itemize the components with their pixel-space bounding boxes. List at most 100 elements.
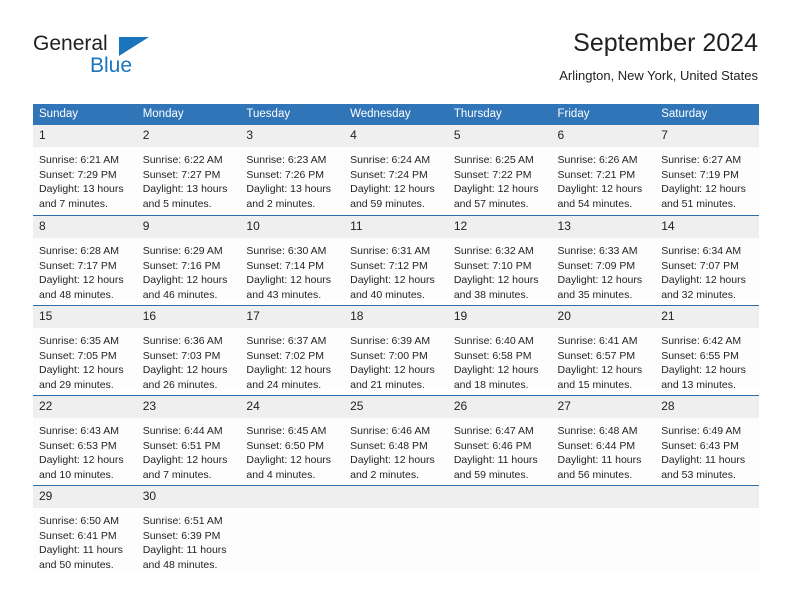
day-17[interactable]: 17 Sunrise: 6:37 AM Sunset: 7:02 PM Dayligh… xyxy=(240,305,345,395)
day-4[interactable]: 4 Sunrise: 6:24 AM Sunset: 7:24 PM Daylight… xyxy=(344,125,448,215)
day-details: Sunrise: 6:26 AM Sunset: 7:21 PM Daylight:… xyxy=(551,147,656,210)
day-details: Sunrise: 6:49 AM Sunset: 6:43 PM Daylight:… xyxy=(655,418,759,481)
daylight-text: Daylight: 12 hours and 26 minutes. xyxy=(142,364,228,391)
day-number: 6 xyxy=(551,125,656,147)
day-number: 14 xyxy=(655,215,759,238)
day-18[interactable]: 18 Sunrise: 6:39 AM Sunset: 7:00 PM Dayligh… xyxy=(344,305,448,395)
day-23[interactable]: 23 Sunrise: 6:44 AM Sunset: 6:51 PM Dayligh… xyxy=(136,395,241,485)
day-2[interactable]: 2 Sunrise: 6:22 AM Sunset: 7:27 PM Daylight… xyxy=(136,125,241,215)
sunrise-text: Sunrise: 6:31 AM xyxy=(350,245,431,257)
day-14[interactable]: 14 Sunrise: 6:34 AM Sunset: 7:07 PM Dayligh… xyxy=(655,215,759,305)
day-number: 3 xyxy=(240,125,345,147)
calendar-day-cell: 12 Sunrise: 6:32 AM Sunset: 7:10 PM Dayligh… xyxy=(447,215,552,305)
calendar-day-cell: 17 Sunrise: 6:37 AM Sunset: 7:02 PM Dayligh… xyxy=(240,305,345,395)
day-details xyxy=(344,508,448,570)
calendar-day-cell xyxy=(240,485,345,575)
day-9[interactable]: 9 Sunrise: 6:29 AM Sunset: 7:16 PM Daylight… xyxy=(136,215,241,305)
calendar-day-cell: 28 Sunrise: 6:49 AM Sunset: 6:43 PM Dayligh… xyxy=(655,395,759,485)
daylight-text: Daylight: 12 hours and 13 minutes. xyxy=(661,364,746,391)
day-details: Sunrise: 6:46 AM Sunset: 6:48 PM Daylight:… xyxy=(344,418,448,481)
day-26[interactable]: 26 Sunrise: 6:47 AM Sunset: 6:46 PM Dayligh… xyxy=(447,395,552,485)
logo-text-blue: Blue xyxy=(90,54,133,77)
day-number xyxy=(240,485,345,508)
daylight-text: Daylight: 12 hours and 38 minutes. xyxy=(453,274,539,301)
daylight-text: Daylight: 12 hours and 46 minutes. xyxy=(142,274,228,301)
day-30[interactable]: 30 Sunrise: 6:51 AM Sunset: 6:39 PM Dayligh… xyxy=(136,485,241,575)
day-details: Sunrise: 6:35 AM Sunset: 7:05 PM Daylight:… xyxy=(33,328,137,391)
day-13[interactable]: 13 Sunrise: 6:33 AM Sunset: 7:09 PM Dayligh… xyxy=(551,215,656,305)
day-details: Sunrise: 6:40 AM Sunset: 6:58 PM Daylight:… xyxy=(447,328,552,391)
daylight-text: Daylight: 12 hours and 24 minutes. xyxy=(246,364,332,391)
day-number xyxy=(447,485,552,508)
day-number: 21 xyxy=(655,305,759,328)
sunset-text: Sunset: 7:24 PM xyxy=(350,168,428,181)
day-details: Sunrise: 6:24 AM Sunset: 7:24 PM Daylight:… xyxy=(344,147,448,210)
day-number: 8 xyxy=(33,215,137,238)
title-block: September 2024 Arlington, New York, Unit… xyxy=(559,28,758,84)
sunset-text: Sunset: 6:51 PM xyxy=(142,439,221,452)
sunrise-text: Sunrise: 6:47 AM xyxy=(453,425,534,437)
calendar-day-cell: 19 Sunrise: 6:40 AM Sunset: 6:58 PM Dayligh… xyxy=(447,305,552,395)
day-10[interactable]: 10 Sunrise: 6:30 AM Sunset: 7:14 PM Dayligh… xyxy=(240,215,345,305)
day-12[interactable]: 12 Sunrise: 6:32 AM Sunset: 7:10 PM Dayligh… xyxy=(447,215,552,305)
day-22[interactable]: 22 Sunrise: 6:43 AM Sunset: 6:53 PM Dayligh… xyxy=(33,395,137,485)
daylight-text: Daylight: 13 hours and 2 minutes. xyxy=(246,183,332,210)
day-27[interactable]: 27 Sunrise: 6:48 AM Sunset: 6:44 PM Dayligh… xyxy=(551,395,656,485)
day-11[interactable]: 11 Sunrise: 6:31 AM Sunset: 7:12 PM Dayligh… xyxy=(344,215,448,305)
day-29[interactable]: 29 Sunrise: 6:50 AM Sunset: 6:41 PM Dayligh… xyxy=(33,485,137,575)
daylight-text: Daylight: 12 hours and 40 minutes. xyxy=(350,274,435,301)
day-24[interactable]: 24 Sunrise: 6:45 AM Sunset: 6:50 PM Dayligh… xyxy=(240,395,345,485)
sunrise-text: Sunrise: 6:29 AM xyxy=(142,245,223,257)
general-blue-logo[interactable]: General Blue xyxy=(33,32,233,88)
day-number: 24 xyxy=(240,395,345,418)
page-header: General Blue September 2024 Arlington, N… xyxy=(33,28,758,96)
daylight-text: Daylight: 12 hours and 57 minutes. xyxy=(453,183,539,210)
sunset-text: Sunset: 7:14 PM xyxy=(246,259,325,272)
day-number: 20 xyxy=(551,305,656,328)
day-details: Sunrise: 6:30 AM Sunset: 7:14 PM Daylight:… xyxy=(240,238,345,301)
day-number: 16 xyxy=(136,305,241,328)
day-details xyxy=(655,508,759,570)
day-28[interactable]: 28 Sunrise: 6:49 AM Sunset: 6:43 PM Dayligh… xyxy=(655,395,759,485)
day-number: 28 xyxy=(655,395,759,418)
sunrise-text: Sunrise: 6:40 AM xyxy=(453,335,534,347)
sunrise-text: Sunrise: 6:24 AM xyxy=(350,154,431,166)
day-number: 4 xyxy=(344,125,448,147)
day-number xyxy=(551,485,656,508)
sunrise-text: Sunrise: 6:27 AM xyxy=(661,154,742,166)
daylight-text: Daylight: 11 hours and 59 minutes. xyxy=(453,454,538,481)
weekday-header-monday: Monday xyxy=(136,104,241,125)
weekday-header-tuesday: Tuesday xyxy=(240,104,345,125)
sunrise-text: Sunrise: 6:25 AM xyxy=(453,154,534,166)
empty-day xyxy=(344,485,448,575)
day-details xyxy=(240,508,345,570)
day-8[interactable]: 8 Sunrise: 6:28 AM Sunset: 7:17 PM Daylight… xyxy=(33,215,137,305)
daylight-text: Daylight: 13 hours and 5 minutes. xyxy=(142,183,228,210)
day-16[interactable]: 16 Sunrise: 6:36 AM Sunset: 7:03 PM Dayligh… xyxy=(136,305,241,395)
calendar-day-cell: 23 Sunrise: 6:44 AM Sunset: 6:51 PM Dayligh… xyxy=(136,395,241,485)
sunrise-text: Sunrise: 6:34 AM xyxy=(661,245,742,257)
day-3[interactable]: 3 Sunrise: 6:23 AM Sunset: 7:26 PM Daylight… xyxy=(240,125,345,215)
day-number: 22 xyxy=(33,395,137,418)
calendar-grid: Sunday Monday Tuesday Wednesday Thursday… xyxy=(33,104,759,575)
sunrise-text: Sunrise: 6:35 AM xyxy=(39,335,119,347)
day-number: 15 xyxy=(33,305,137,328)
sunset-text: Sunset: 7:05 PM xyxy=(39,349,117,362)
calendar-day-cell: 8 Sunrise: 6:28 AM Sunset: 7:17 PM Daylight… xyxy=(33,215,137,305)
day-number: 7 xyxy=(655,125,759,147)
daylight-text: Daylight: 12 hours and 51 minutes. xyxy=(661,183,746,210)
day-20[interactable]: 20 Sunrise: 6:41 AM Sunset: 6:57 PM Dayligh… xyxy=(551,305,656,395)
day-details: Sunrise: 6:21 AM Sunset: 7:29 PM Daylight:… xyxy=(33,147,137,210)
day-7[interactable]: 7 Sunrise: 6:27 AM Sunset: 7:19 PM Daylight… xyxy=(655,125,759,215)
day-21[interactable]: 21 Sunrise: 6:42 AM Sunset: 6:55 PM Dayligh… xyxy=(655,305,759,395)
empty-day xyxy=(447,485,552,575)
sunrise-text: Sunrise: 6:21 AM xyxy=(39,154,119,166)
day-15[interactable]: 15 Sunrise: 6:35 AM Sunset: 7:05 PM Dayligh… xyxy=(33,305,137,395)
sunset-text: Sunset: 7:03 PM xyxy=(142,349,221,362)
day-5[interactable]: 5 Sunrise: 6:25 AM Sunset: 7:22 PM Daylight… xyxy=(447,125,552,215)
day-1[interactable]: 1 Sunrise: 6:21 AM Sunset: 7:29 PM Daylight… xyxy=(33,125,137,215)
day-19[interactable]: 19 Sunrise: 6:40 AM Sunset: 6:58 PM Dayligh… xyxy=(447,305,552,395)
day-6[interactable]: 6 Sunrise: 6:26 AM Sunset: 7:21 PM Daylight… xyxy=(551,125,656,215)
day-25[interactable]: 25 Sunrise: 6:46 AM Sunset: 6:48 PM Dayligh… xyxy=(344,395,448,485)
sunrise-text: Sunrise: 6:44 AM xyxy=(142,425,223,437)
